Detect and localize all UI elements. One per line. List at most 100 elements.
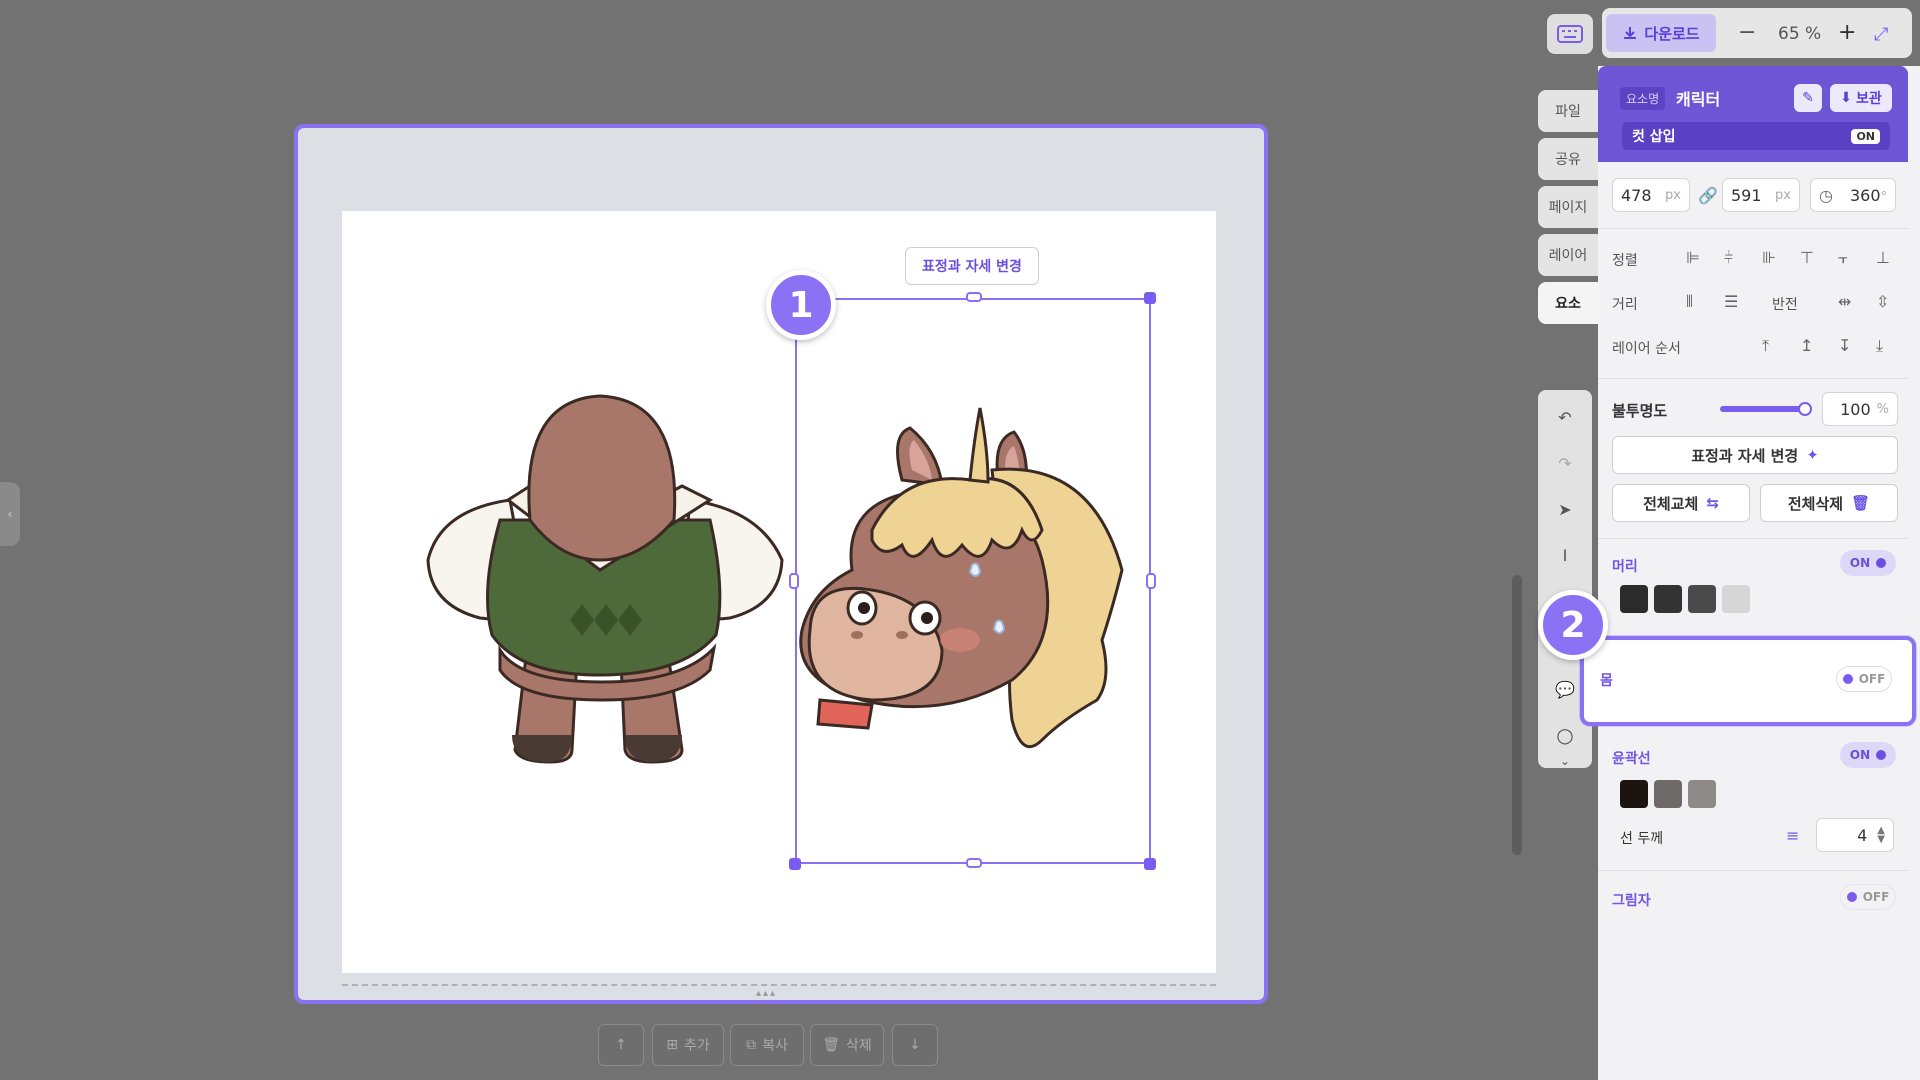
line-width-icon: ≡ [1786,826,1800,845]
delete-all-button[interactable]: 전체삭제 🗑 [1760,484,1898,522]
stepper-arrows-icon[interactable]: ▲ ▼ [1877,826,1885,845]
align-top-icon[interactable]: ⊤ [1800,248,1814,267]
align-center-h-icon[interactable]: ⫩ [1724,248,1733,268]
move-down-button[interactable]: ↓ [892,1024,938,1066]
divider [1598,538,1908,539]
circle-icon[interactable]: ○ [1552,722,1578,748]
distance-label: 거리 [1612,297,1638,313]
head-color-swatch[interactable] [1722,585,1750,613]
pointer-icon[interactable]: ➤ [1552,496,1578,522]
copy-page-button[interactable]: ⧉ 복사 [730,1024,804,1066]
replace-all-button[interactable]: 전체교체 ⇆ [1612,484,1750,522]
shadow-label: 그림자 [1612,893,1651,909]
add-page-button[interactable]: ⊞ 추가 [652,1024,724,1066]
move-up-button[interactable]: ↑ [598,1024,644,1066]
rotate-icon: ◷ [1819,185,1833,205]
outline-toggle[interactable]: ON [1840,742,1896,768]
align-right-icon[interactable]: ⊪ [1762,248,1776,267]
opacity-field[interactable]: 100% [1822,392,1898,426]
divider [1598,870,1908,871]
body-toggle[interactable]: OFF [1836,666,1892,692]
rename-icon[interactable]: ✎ [1794,84,1822,112]
flip-horizontal-icon[interactable]: ⇹ [1838,292,1851,311]
distribute-v-icon[interactable]: ☰ [1724,292,1738,311]
line-width-stepper[interactable]: 4 ▲ ▼ [1816,818,1894,852]
bring-forward-icon[interactable]: ↥ [1800,336,1813,355]
keyboard-icon [1557,25,1583,43]
resize-handle-top[interactable] [966,292,982,302]
trash-icon: 🗑 [1851,494,1871,512]
tab-element[interactable]: 요소 [1538,282,1598,324]
chevron-down-icon[interactable]: ⌄ [1552,748,1578,774]
toggle-dot [1842,674,1853,684]
head-color-swatch[interactable] [1620,585,1648,613]
resize-handle-top-right[interactable] [1144,292,1156,304]
tab-page[interactable]: 페이지 [1538,186,1598,228]
align-middle-v-icon[interactable]: ⫟ [1838,248,1848,268]
width-field[interactable]: 478 px [1612,178,1690,212]
step-badge-2: 2 [1538,590,1608,660]
store-button[interactable]: ⬇ 보관 [1830,84,1892,112]
page-resize-handle[interactable]: ▴▴▴ [756,988,777,999]
zoom-out-button[interactable]: − [1738,20,1756,45]
tab-file[interactable]: 파일 [1538,90,1598,132]
zoom-in-button[interactable]: + [1838,20,1856,45]
tab-share[interactable]: 공유 [1538,138,1598,180]
chevron-left-icon: ‹ [7,507,13,521]
redo-icon[interactable]: ↷ [1552,450,1578,476]
character-horse-head[interactable] [792,400,1152,760]
tool-scrollbar[interactable] [1512,575,1522,855]
align-label: 정렬 [1612,253,1638,269]
add-page-icon: ⊞ [666,1037,678,1053]
bring-to-front-icon[interactable]: ⤒ [1762,336,1769,356]
opacity-slider-thumb[interactable] [1798,402,1812,416]
align-left-icon[interactable]: ⊫ [1686,248,1700,267]
link-icon[interactable]: 🔗 [1698,186,1718,205]
divider [1598,228,1908,229]
outline-color-swatch[interactable] [1654,780,1682,808]
outline-color-swatch[interactable] [1620,780,1648,808]
rotation-field[interactable]: ◷ 360° [1810,178,1896,212]
toggle-dot [1876,558,1887,568]
opacity-label: 불투명도 [1612,402,1668,420]
head-color-swatch[interactable] [1654,585,1682,613]
flip-vertical-icon[interactable]: ⇳ [1876,292,1889,311]
left-panel-toggle[interactable]: ‹ [0,482,20,546]
distribute-h-icon[interactable]: ⦀ [1686,292,1693,312]
flip-label: 반전 [1772,297,1798,313]
cut-insert-toggle[interactable]: ON [1851,128,1880,144]
page-bottom-guide [342,984,1216,986]
element-name-tag: 요소명 [1620,87,1666,110]
change-pose-button[interactable]: 표정과 자세 변경 ✦ [1612,436,1898,474]
arrow-down-icon: ↓ [909,1037,921,1053]
character-back-view[interactable] [420,390,790,780]
undo-icon[interactable]: ↶ [1552,404,1578,430]
resize-handle-bottom[interactable] [966,858,982,868]
keyboard-shortcuts-button[interactable] [1547,14,1593,54]
shadow-toggle[interactable]: OFF [1840,884,1896,910]
download-button[interactable]: 다운로드 [1606,14,1716,52]
element-name[interactable]: 캐릭터 [1676,86,1720,110]
step-badge-1: 1 [766,270,836,340]
speech-bubble-icon[interactable]: 💬 [1552,676,1578,702]
opacity-slider-track[interactable] [1720,406,1806,412]
swap-icon: ⇆ [1706,494,1719,512]
head-color-swatch[interactable] [1688,585,1716,613]
text-cursor-icon[interactable]: I [1552,542,1578,568]
divider [1598,378,1908,379]
fullscreen-icon[interactable]: ⤢ [1874,24,1888,45]
change-pose-floating-button[interactable]: 표정과 자세 변경 [905,247,1039,285]
resize-handle-bottom-right[interactable] [1144,858,1156,870]
send-to-back-icon[interactable]: ⤓ [1876,336,1883,356]
delete-page-button[interactable]: 🗑 삭제 [810,1024,884,1066]
toggle-dot [1876,750,1887,760]
resize-handle-bottom-left[interactable] [789,858,801,870]
cut-insert-row[interactable]: 컷 삽입 ON [1622,122,1890,150]
align-bottom-icon[interactable]: ⊥ [1876,248,1890,267]
head-toggle[interactable]: ON [1840,550,1896,576]
pose-icon: ✦ [1806,446,1819,464]
send-backward-icon[interactable]: ↧ [1838,336,1851,355]
height-field[interactable]: 591 px [1722,178,1800,212]
tab-layer[interactable]: 레이어 [1538,234,1598,276]
outline-color-swatch[interactable] [1688,780,1716,808]
